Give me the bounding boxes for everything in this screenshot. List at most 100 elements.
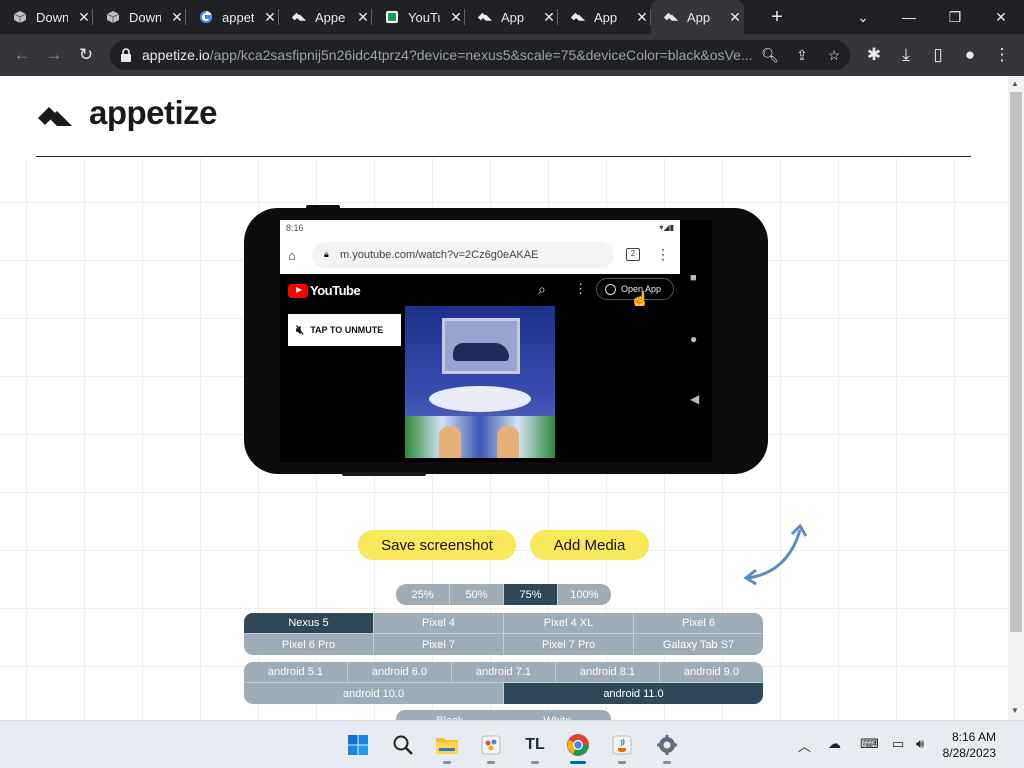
minimize-button[interactable]: — — [886, 0, 932, 34]
os-version-option[interactable]: android 7.1 — [452, 662, 556, 683]
more-options-icon[interactable]: ⋮ — [574, 281, 587, 297]
page-scrollbar[interactable]: ▲ ▼ — [1008, 76, 1024, 720]
address-bar[interactable]: appetize.io/app/kca2sasfipnij5n26idc4tpr… — [110, 40, 850, 70]
mobile-menu-icon[interactable]: ⋮ — [656, 246, 670, 263]
youtube-logo[interactable]: YouTube — [288, 283, 361, 298]
back-button[interactable]: ← — [10, 43, 34, 67]
os-version-option[interactable]: android 9.0 — [660, 662, 763, 683]
download-icon[interactable]: ⤓ — [894, 43, 918, 67]
close-window-button[interactable]: ✕ — [978, 0, 1024, 34]
os-version-option[interactable]: android 11.0 — [504, 683, 763, 704]
rotate-device-icon[interactable] — [743, 520, 810, 591]
browser-tab[interactable]: Down ✕ — [93, 0, 186, 34]
tab-title: YouTu — [408, 9, 440, 25]
clock-date: 8/28/2023 — [942, 746, 996, 760]
close-tab-icon[interactable]: ✕ — [727, 9, 743, 25]
os-version-option[interactable]: android 10.0 — [244, 683, 504, 704]
browser-tab[interactable]: Down ✕ — [0, 0, 93, 34]
device-screen[interactable]: 8:16 ▾◢▮ ⌂ 🔒︎ m.youtube.com/watch?v=2Cz6… — [280, 220, 712, 462]
browser-tab[interactable]: App ✕ — [651, 0, 744, 34]
device-option[interactable]: Pixel 6 — [634, 613, 763, 634]
maximize-button[interactable]: ❐ — [932, 0, 978, 34]
java-icon[interactable] — [605, 729, 639, 764]
browser-tab[interactable]: YouTu ✕ — [372, 0, 465, 34]
close-tab-icon[interactable]: ✕ — [634, 9, 650, 25]
scroll-down-arrow-icon[interactable]: ▼ — [1011, 706, 1019, 715]
video-player[interactable]: 🔇︎ TAP TO UNMUTE — [280, 306, 680, 458]
close-tab-icon[interactable]: ✕ — [169, 9, 185, 25]
google-icon — [198, 9, 214, 25]
mobile-address-bar[interactable]: 🔒︎ m.youtube.com/watch?v=2Cz6g0eAKAE — [312, 242, 614, 268]
save-screenshot-button[interactable]: Save screenshot — [358, 530, 516, 560]
search-icon[interactable] — [386, 729, 420, 761]
chrome-icon[interactable] — [561, 729, 595, 764]
device-option[interactable]: Pixel 6 Pro — [244, 634, 374, 655]
device-option[interactable]: Pixel 7 Pro — [504, 634, 634, 655]
scale-option[interactable]: 100% — [558, 584, 611, 605]
youtube-icon — [384, 9, 400, 25]
volume-icon[interactable]: 🔊︎ — [916, 736, 924, 752]
device-option[interactable]: Pixel 7 — [374, 634, 504, 655]
scrollbar-thumb[interactable] — [1010, 92, 1022, 632]
recents-icon[interactable]: ■ — [690, 272, 697, 284]
close-tab-icon[interactable]: ✕ — [448, 9, 464, 25]
search-icon[interactable]: ⌕ — [538, 281, 546, 298]
paint-icon[interactable] — [474, 729, 508, 764]
forward-button[interactable]: → — [42, 43, 66, 67]
device-option[interactable]: Pixel 4 XL — [504, 613, 634, 634]
onedrive-icon[interactable]: ☁ — [828, 736, 841, 752]
system-clock[interactable]: 8:16 AM 8/28/2023 — [936, 729, 996, 761]
url-host: appetize.io — [142, 47, 210, 63]
browser-tab[interactable]: App ✕ — [558, 0, 651, 34]
close-tab-icon[interactable]: ✕ — [355, 9, 371, 25]
keyboard-icon[interactable]: ⌨ — [860, 736, 879, 752]
browser-tab[interactable]: App ✕ — [465, 0, 558, 34]
tab-search-icon[interactable]: ⌄ — [840, 0, 886, 34]
home-circle-icon[interactable]: ● — [690, 332, 697, 346]
lock-icon: 🔒︎ — [324, 249, 329, 259]
profile-icon[interactable]: ● — [958, 43, 982, 67]
windows-start-icon[interactable] — [341, 729, 375, 761]
page-header: appetize — [0, 76, 1008, 158]
appetize-page: appetize 8:16 ▾◢▮ ⌂ 🔒︎ m.youtube.com/wat… — [0, 76, 1008, 720]
device-option[interactable]: Nexus 5 — [244, 613, 374, 634]
close-tab-icon[interactable]: ✕ — [541, 9, 557, 25]
scale-option[interactable]: 25% — [396, 584, 450, 605]
close-tab-icon[interactable]: ✕ — [262, 9, 278, 25]
scale-option[interactable]: 50% — [450, 584, 504, 605]
close-tab-icon[interactable]: ✕ — [76, 9, 92, 25]
show-hidden-icons-chevron-icon[interactable]: ︿ — [798, 736, 811, 755]
browser-tab[interactable]: appet ✕ — [186, 0, 279, 34]
network-icon[interactable]: ▭ — [892, 736, 904, 752]
os-version-option[interactable]: android 5.1 — [244, 662, 348, 683]
tl-app-icon[interactable]: TL — [518, 729, 552, 764]
browser-tab[interactable]: Appe ✕ — [279, 0, 372, 34]
device-color-option[interactable]: Black — [396, 710, 504, 720]
share-icon[interactable]: ⇪ — [792, 45, 812, 65]
appetize-logo-icon — [36, 104, 74, 135]
os-version-option[interactable]: android 6.0 — [348, 662, 452, 683]
back-triangle-icon[interactable]: ◀ — [690, 392, 699, 406]
file-explorer-icon[interactable] — [430, 729, 464, 764]
device-frame: 8:16 ▾◢▮ ⌂ 🔒︎ m.youtube.com/watch?v=2Cz6… — [244, 205, 768, 476]
browser-menu-icon[interactable]: ⋮ — [990, 43, 1014, 67]
bookmark-star-icon[interactable]: ☆ — [824, 45, 844, 65]
side-panel-icon[interactable]: ▯ — [926, 43, 950, 67]
extensions-icon[interactable]: ✱ — [862, 43, 886, 67]
zoom-icon[interactable]: 🔍︎ — [760, 45, 780, 65]
scale-option[interactable]: 75% — [504, 584, 558, 605]
home-icon[interactable]: ⌂ — [288, 248, 296, 263]
tl-app-label: TL — [525, 736, 545, 753]
tap-to-unmute-button[interactable]: 🔇︎ TAP TO UNMUTE — [288, 314, 401, 346]
scroll-up-arrow-icon[interactable]: ▲ — [1011, 79, 1019, 88]
new-tab-button[interactable]: + — [766, 6, 788, 28]
tab-switcher-icon[interactable]: 2 — [626, 248, 640, 261]
device-option[interactable]: Galaxy Tab S7 — [634, 634, 763, 655]
settings-icon[interactable] — [650, 729, 684, 764]
device-color-option[interactable]: White — [503, 710, 611, 720]
os-version-option[interactable]: android 8.1 — [556, 662, 660, 683]
reload-button[interactable]: ↻ — [74, 43, 98, 67]
add-media-button[interactable]: Add Media — [530, 530, 649, 560]
device-option[interactable]: Pixel 4 — [374, 613, 504, 634]
mobile-chrome-bar: ⌂ 🔒︎ m.youtube.com/watch?v=2Cz6g0eAKAE 2… — [280, 236, 680, 274]
